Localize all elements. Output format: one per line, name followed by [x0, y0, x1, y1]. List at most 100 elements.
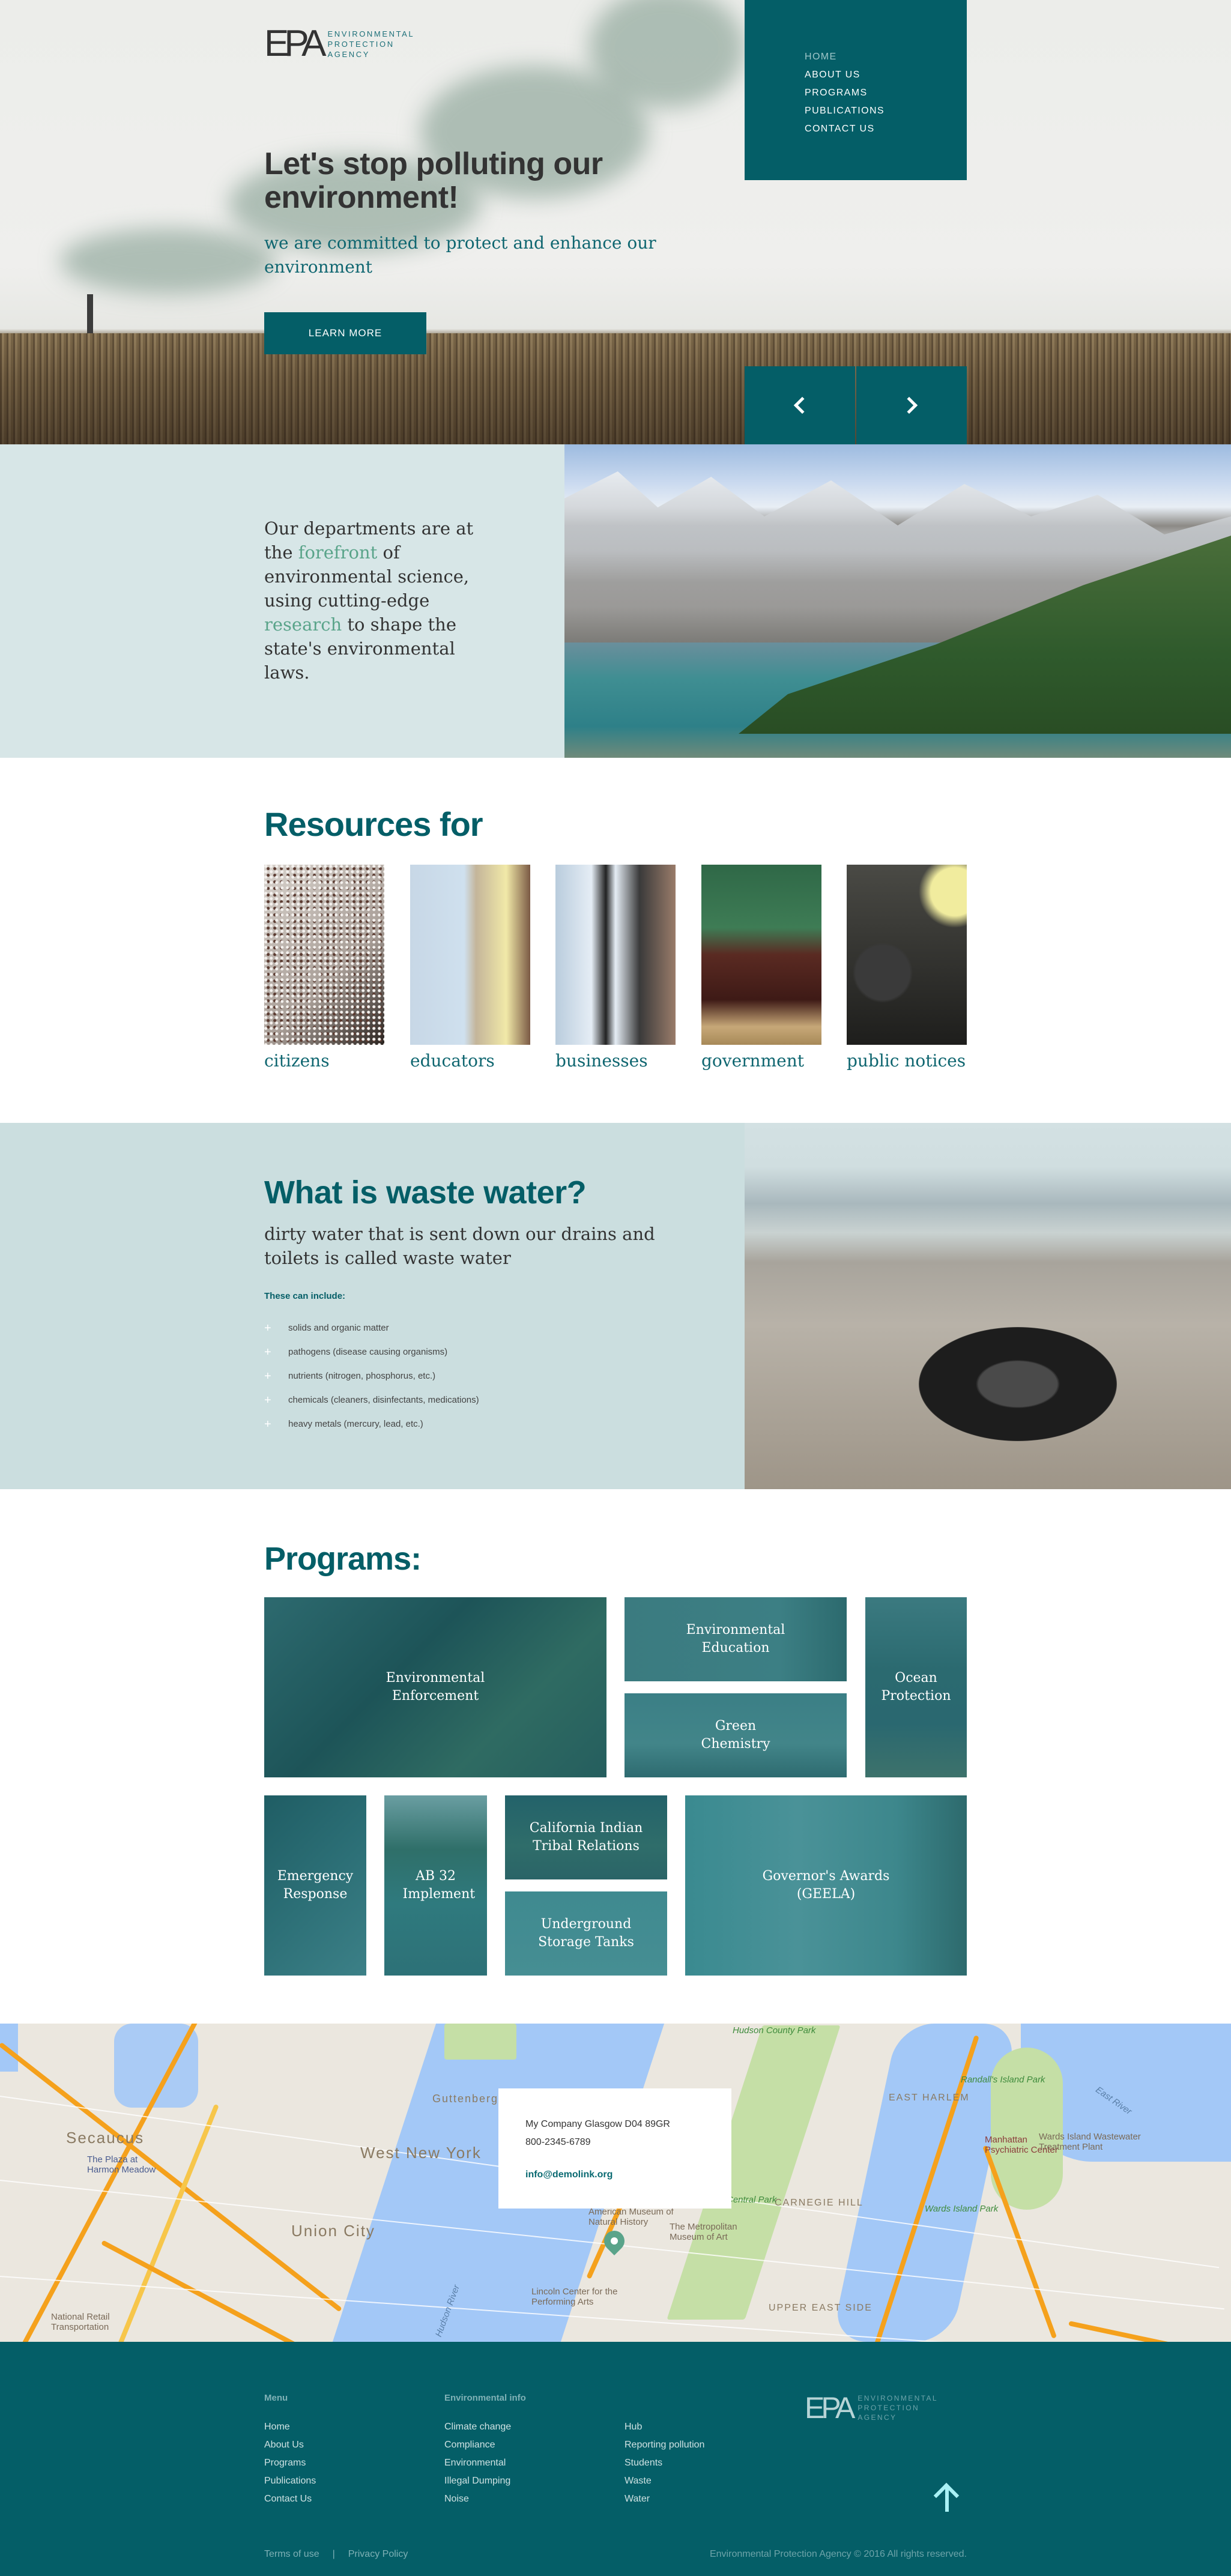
hero-title: Let's stop polluting our environment! [264, 147, 603, 215]
learn-more-button[interactable]: LEARN MORE [264, 312, 426, 354]
privacy-policy-link[interactable]: Privacy Policy [348, 2549, 408, 2560]
plus-icon: + [264, 1394, 271, 1407]
program-tile-green-chemistry[interactable]: Green Chemistry [625, 1693, 847, 1777]
footer-link-noise[interactable]: Noise [444, 2490, 511, 2508]
nav-item-about-us[interactable]: ABOUT US [805, 66, 967, 84]
list-item: + solids and organic matter [264, 1316, 479, 1340]
resource-card-educators[interactable]: educators [410, 865, 530, 1071]
map-label: The Plaza at Harmon Meadow [87, 2154, 156, 2175]
resource-label: businesses [555, 1051, 648, 1071]
map-label: West New York [360, 2144, 482, 2162]
main-nav: HOME ABOUT US PROGRAMS PUBLICATIONS CONT… [745, 0, 967, 180]
site-footer [0, 2342, 1231, 2576]
footer-link-publications[interactable]: Publications [264, 2472, 316, 2490]
hudson-county-park [444, 2024, 516, 2060]
resource-label: educators [410, 1051, 495, 1071]
list-item: + pathogens (disease causing organisms) [264, 1340, 479, 1364]
map-label: Lincoln Center for the Performing Arts [531, 2287, 618, 2307]
nav-item-contact-us[interactable]: CONTACT US [805, 120, 967, 138]
chevron-left-icon [793, 396, 811, 414]
resource-card-businesses[interactable]: businesses [555, 865, 676, 1071]
nav-item-publications[interactable]: PUBLICATIONS [805, 102, 967, 120]
map-label: EAST HARLEM [889, 2093, 970, 2103]
footer-link-home[interactable]: Home [264, 2418, 316, 2436]
plus-icon: + [264, 1370, 271, 1383]
resource-image [264, 865, 384, 1045]
program-tile-ocean-protection[interactable]: Ocean Protection [865, 1597, 967, 1777]
nav-item-programs[interactable]: PROGRAMS [805, 84, 967, 102]
logo-text: ENVIRONMENTAL PROTECTION AGENCY [327, 29, 415, 59]
about-text: Our departments are at the forefront of … [264, 518, 474, 683]
list-item: + nutrients (nitrogen, phosphorus, etc.) [264, 1364, 479, 1388]
resources-heading: Resources for [264, 805, 483, 843]
map-label: Wards Island Wastewater Treatment Plant [1039, 2132, 1141, 2152]
footer-link-programs[interactable]: Programs [264, 2454, 316, 2472]
chimney-decoration [87, 294, 93, 336]
program-tile-tribal-relations[interactable]: California Indian Tribal Relations [505, 1795, 667, 1879]
waste-water-heading: What is waste water? [264, 1175, 587, 1211]
footer-env-heading: Environmental info [444, 2393, 526, 2403]
slider-next-button[interactable] [856, 366, 967, 444]
footer-menu-list: Home About Us Programs Publications Cont… [264, 2418, 316, 2508]
wheat-field-background [0, 333, 1231, 444]
program-tile-ab32-implement[interactable]: AB 32 Implement [384, 1795, 487, 1976]
phone-text: 800-2345-6789 [525, 2137, 591, 2147]
footer-link-water[interactable]: Water [625, 2490, 704, 2508]
map-label: UPPER EAST SIDE [769, 2303, 873, 2313]
river-east [830, 2024, 1019, 2342]
mountain-lake-image [564, 444, 1231, 758]
waste-water-subtitle: dirty water that is sent down our drains… [264, 1224, 655, 1268]
address-text: My Company Glasgow D04 89GR [525, 2119, 670, 2129]
nav-item-home[interactable]: HOME [805, 48, 967, 66]
research-link[interactable]: research [264, 614, 342, 635]
smoke-decoration [60, 228, 276, 294]
footer-menu-heading: Menu [264, 2393, 288, 2403]
resource-card-government[interactable]: government [701, 865, 821, 1071]
slider-prev-button[interactable] [745, 366, 855, 444]
footer-link-hub[interactable]: Hub [625, 2418, 704, 2436]
site-logo[interactable]: EPA ENVIRONMENTAL PROTECTION AGENCY [264, 25, 414, 62]
list-heading: These can include: [264, 1291, 346, 1301]
footer-link-illegal-dumping[interactable]: Illegal Dumping [444, 2472, 511, 2490]
program-tile-underground-storage-tanks[interactable]: Underground Storage Tanks [505, 1891, 667, 1976]
footer-link-students[interactable]: Students [625, 2454, 704, 2472]
terms-of-use-link[interactable]: Terms of use [264, 2549, 319, 2560]
footer-link-waste[interactable]: Waste [625, 2472, 704, 2490]
footer-link-climate-change[interactable]: Climate change [444, 2418, 511, 2436]
footer-env-list-2: Hub Reporting pollution Students Waste W… [625, 2418, 704, 2508]
plus-icon: + [264, 1418, 271, 1431]
resource-image [701, 865, 821, 1045]
resource-card-citizens[interactable]: citizens [264, 865, 384, 1071]
map-label: Union City [291, 2222, 375, 2240]
program-tile-emergency-response[interactable]: Emergency Response [264, 1795, 366, 1976]
footer-logo[interactable]: EPA ENVIRONMENTAL PROTECTION AGENCY [805, 2393, 938, 2423]
footer-link-about-us[interactable]: About Us [264, 2436, 316, 2454]
program-tile-environmental-enforcement[interactable]: Environmental Enforcement [264, 1597, 606, 1777]
logo-text: ENVIRONMENTAL PROTECTION AGENCY [857, 2394, 939, 2422]
resource-image [847, 865, 967, 1045]
resource-label: citizens [264, 1051, 330, 1071]
list-item: + heavy metals (mercury, lead, etc.) [264, 1412, 479, 1436]
map-label: Randall's Island Park [961, 2075, 1045, 2085]
forefront-link[interactable]: forefront [298, 542, 378, 563]
back-to-top-button[interactable] [933, 2482, 960, 2512]
map-label: Wards Island Park [925, 2204, 999, 2214]
resource-card-public-notices[interactable]: public notices [847, 865, 967, 1071]
copyright-text: Environmental Protection Agency © 2016 A… [709, 2549, 967, 2559]
plus-icon: + [264, 1346, 271, 1359]
program-tile-environmental-education[interactable]: Environmental Education [625, 1597, 847, 1681]
map-label: Secaucus [66, 2129, 145, 2147]
hero-section [0, 0, 1231, 444]
logo-mark: EPA [264, 23, 327, 64]
waste-list: + solids and organic matter + pathogens (d… [264, 1316, 479, 1436]
footer-link-reporting-pollution[interactable]: Reporting pollution [625, 2436, 704, 2454]
program-tile-governors-awards[interactable]: Governor's Awards (GEELA) [685, 1795, 967, 1976]
map-label: Guttenberg [432, 2093, 499, 2105]
chevron-right-icon [900, 396, 918, 414]
footer-env-list-1: Climate change Compliance Environmental … [444, 2418, 511, 2508]
footer-link-contact-us[interactable]: Contact Us [264, 2490, 316, 2508]
footer-link-environmental[interactable]: Environmental [444, 2454, 511, 2472]
email-link[interactable]: info@demolink.org [525, 2169, 731, 2180]
plus-icon: + [264, 1322, 271, 1335]
footer-link-compliance[interactable]: Compliance [444, 2436, 511, 2454]
